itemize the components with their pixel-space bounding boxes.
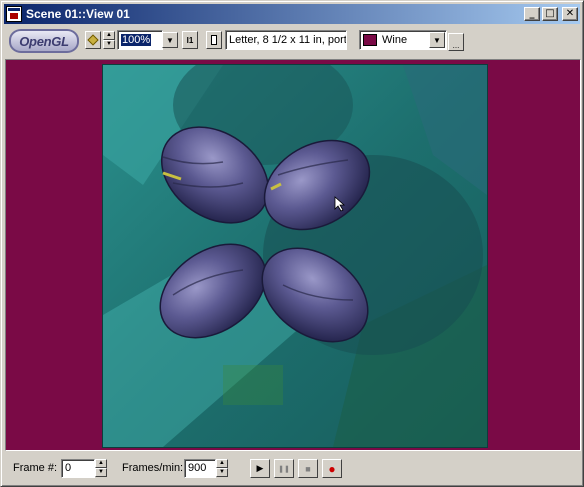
title-bar[interactable]: Scene 01::View 01 _ □ ✕ bbox=[4, 4, 580, 24]
record-button[interactable]: ● bbox=[322, 459, 342, 478]
stop-button[interactable]: ■ bbox=[298, 459, 318, 478]
frame-spinner[interactable]: ▲ ▼ bbox=[95, 459, 107, 477]
zoom-dropdown-arrow-icon[interactable]: ▼ bbox=[162, 32, 178, 48]
fpm-spinner[interactable]: ▲ ▼ bbox=[216, 459, 228, 477]
render-viewport[interactable] bbox=[5, 59, 581, 451]
more-colors-label: ... bbox=[452, 41, 460, 50]
page-icon bbox=[211, 35, 217, 45]
fit-to-window-button[interactable]: I1 bbox=[182, 31, 198, 49]
pause-button[interactable]: ❚❚ bbox=[274, 459, 294, 478]
close-button[interactable]: ✕ bbox=[562, 7, 578, 21]
frame-input[interactable]: 0 bbox=[61, 459, 95, 478]
spin-up-icon[interactable]: ▲ bbox=[216, 459, 228, 468]
scene-canvas[interactable] bbox=[102, 64, 488, 448]
fit-button-label: I1 bbox=[186, 35, 194, 45]
window-app-icon[interactable] bbox=[6, 6, 22, 22]
spin-up-icon[interactable]: ▲ bbox=[95, 459, 107, 468]
zoom-spinner[interactable]: ▲ ▼ bbox=[103, 31, 115, 49]
frames-per-minute-label: Frames/min: bbox=[122, 462, 184, 474]
play-icon: ▶ bbox=[256, 463, 264, 473]
maximize-button[interactable]: □ bbox=[542, 7, 558, 21]
zoom-value: 100% bbox=[121, 34, 152, 46]
frame-label: Frame #: bbox=[13, 462, 58, 474]
record-icon: ● bbox=[328, 461, 336, 476]
status-bar: Frame #: 0 ▲ ▼ Frames/min: 900 ▲ ▼ ▶ ❚❚ … bbox=[5, 455, 581, 483]
spin-down-icon[interactable]: ▼ bbox=[216, 468, 228, 477]
background-shape bbox=[223, 365, 283, 405]
paper-size-field[interactable]: Letter, 8 1/2 x 11 in, portra bbox=[225, 30, 347, 50]
background-color-name: Wine bbox=[382, 34, 408, 46]
stop-icon: ■ bbox=[305, 463, 311, 474]
diamond-icon bbox=[87, 34, 99, 46]
opengl-logo: OpenGL bbox=[9, 29, 79, 53]
spin-down-icon[interactable]: ▼ bbox=[103, 40, 115, 49]
pause-icon: ❚❚ bbox=[278, 465, 290, 473]
spin-down-icon[interactable]: ▼ bbox=[95, 468, 107, 477]
page-setup-button[interactable] bbox=[206, 31, 222, 49]
minimize-button[interactable]: _ bbox=[524, 7, 540, 21]
opengl-logo-text: OpenGL bbox=[19, 33, 69, 49]
scene-view-window: Scene 01::View 01 _ □ ✕ OpenGL ▲ ▼ 100% … bbox=[0, 0, 584, 487]
play-button[interactable]: ▶ bbox=[250, 459, 270, 478]
frames-per-minute-input[interactable]: 900 bbox=[184, 459, 216, 478]
color-dropdown-arrow-icon[interactable]: ▼ bbox=[429, 32, 445, 48]
color-swatch bbox=[363, 34, 377, 46]
spin-up-icon[interactable]: ▲ bbox=[103, 31, 115, 40]
navigate-mode-button[interactable] bbox=[85, 31, 101, 49]
view-toolbar: OpenGL ▲ ▼ 100% ▼ I1 Letter, 8 1/2 x 11 … bbox=[5, 27, 581, 55]
window-title: Scene 01::View 01 bbox=[26, 7, 130, 21]
more-colors-button[interactable]: ... bbox=[448, 33, 464, 51]
scene-render bbox=[103, 65, 487, 447]
zoom-input[interactable]: 100% bbox=[117, 30, 163, 50]
